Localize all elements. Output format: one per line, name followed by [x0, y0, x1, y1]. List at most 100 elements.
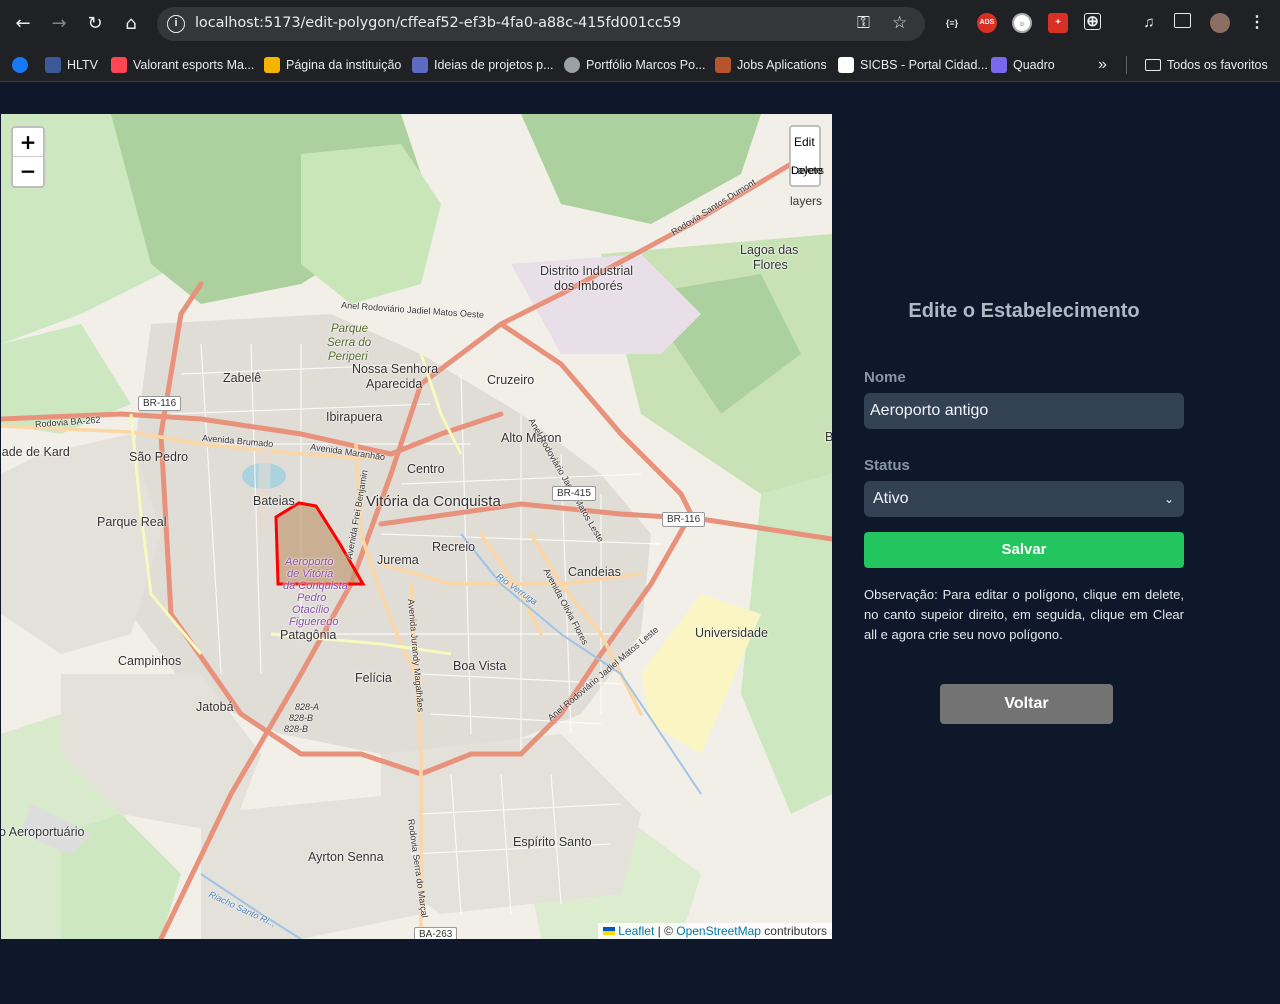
home-icon[interactable]: ⌂	[117, 10, 145, 38]
back-button[interactable]: Voltar	[940, 684, 1113, 724]
highway-shield: BR-116	[138, 396, 182, 411]
ukraine-flag-icon	[603, 927, 616, 935]
reload-icon[interactable]: ↻	[81, 10, 109, 38]
media-queue-icon[interactable]: ♫	[1139, 13, 1159, 33]
name-input[interactable]: Aeroporto antigo	[864, 393, 1184, 429]
map-label: Aeroporto	[285, 556, 334, 568]
extensions-puzzle-icon[interactable]: ⊕	[1084, 13, 1101, 30]
url-text: localhost:5173/edit-polygon/cffeaf52-ef3…	[195, 15, 681, 31]
map-label: Jurema	[377, 553, 419, 567]
side-panel-icon[interactable]	[1174, 13, 1191, 28]
extension-ads-icon[interactable]: ADS	[977, 13, 997, 33]
save-button[interactable]: Salvar	[864, 532, 1184, 568]
bookmarks-bar: HLTV Valorant esports Ma... Página da in…	[0, 48, 1280, 82]
map-label: Nossa Senhora	[352, 362, 439, 376]
map-label: Campinhos	[118, 654, 182, 668]
map-label: Cruzeiro	[487, 373, 535, 387]
bookmark-item[interactable]: SICBS - Portal Cidad...	[838, 54, 988, 76]
map-label: Patagônia	[280, 628, 337, 642]
attribution-separator: | ©	[654, 924, 677, 938]
bar-chart-icon	[264, 57, 280, 73]
map-label: o Aeroportuário	[1, 825, 85, 839]
status-selected-value: Ativo	[873, 490, 909, 507]
map-label: Universidade	[695, 626, 768, 640]
map-label: Figueredo	[289, 616, 339, 628]
more-bookmarks-chevron-icon[interactable]: »	[1098, 54, 1107, 76]
extension-red-icon[interactable]: ✦	[1048, 13, 1068, 33]
bookmark-item[interactable]: Quadro	[991, 54, 1055, 76]
highway-shield: BR-415	[552, 486, 596, 501]
all-bookmarks[interactable]: Todos os favoritos	[1145, 54, 1268, 76]
forward-arrow-icon[interactable]: →	[45, 10, 73, 38]
hltv-icon	[45, 57, 61, 73]
map-label: Recreio	[432, 540, 476, 554]
map-label: São Pedro	[129, 450, 189, 464]
layers-overlap-label: Layers	[791, 165, 825, 177]
profile-avatar[interactable]	[1210, 13, 1230, 33]
map-label: Parque	[331, 323, 369, 335]
leaflet-link[interactable]: Leaflet	[618, 924, 654, 938]
valorant-icon	[111, 57, 127, 73]
edit-layers-button[interactable]: Edit	[794, 135, 815, 149]
map-label: Jatobá	[196, 700, 234, 714]
extension-face-icon[interactable]: ☺	[1012, 13, 1032, 33]
map-label: Vitória da Conquista	[366, 493, 501, 510]
map-label: da Conquista	[283, 580, 348, 592]
bookmark-facebook[interactable]	[12, 54, 34, 76]
map-label: Serra do	[327, 337, 372, 349]
zoom-in-button[interactable]: +	[13, 128, 43, 157]
map-label: Lagoa das	[740, 243, 799, 257]
bookmark-item[interactable]: Ideias de projetos p...	[412, 54, 554, 76]
extension-json-icon[interactable]: {≡}	[942, 13, 962, 33]
highway-shield: BR-116	[662, 512, 706, 527]
bookmark-item[interactable]: Valorant esports Ma...	[111, 54, 254, 76]
browser-toolbar: ← → ↻ ⌂ i localhost:5173/edit-polygon/cf…	[0, 0, 1280, 48]
osm-link[interactable]: OpenStreetMap	[676, 924, 761, 938]
back-arrow-icon[interactable]: ←	[9, 10, 37, 38]
address-bar[interactable]: i localhost:5173/edit-polygon/cffeaf52-e…	[157, 7, 925, 41]
map-label: Ayrton Senna	[308, 850, 384, 864]
map-label: Candeias	[568, 565, 621, 579]
draw-toolbar: Edit Delete Layers	[789, 125, 825, 187]
password-key-icon[interactable]: ⚿	[857, 13, 870, 33]
map-label: B	[825, 430, 832, 444]
folder-icon	[1145, 59, 1161, 71]
map-label: lade de Kard	[1, 445, 70, 459]
bookmark-item[interactable]: Jobs Aplications	[715, 54, 827, 76]
road-label: 828-B	[289, 713, 314, 723]
bookmark-item[interactable]: HLTV	[45, 54, 98, 76]
globe-icon	[564, 57, 580, 73]
map-label: Centro	[407, 462, 445, 476]
bookmark-star-icon[interactable]: ☆	[892, 13, 907, 33]
map-label: Pedro	[297, 592, 327, 604]
sicbs-icon	[838, 57, 854, 73]
map-label: Aparecida	[366, 377, 423, 391]
layers-label: layers	[790, 194, 823, 208]
map-label: dos Imborés	[554, 279, 623, 293]
zoom-control: + −	[11, 126, 45, 188]
map-label: Felícia	[355, 671, 392, 685]
map-container[interactable]: Distrito Industrial dos Imborés Lagoa da…	[1, 114, 832, 939]
briefcase-icon	[715, 57, 731, 73]
map-label: Parque Real	[97, 515, 167, 529]
map-attribution: Leaflet | © OpenStreetMap contributors	[598, 923, 832, 939]
bookmark-item[interactable]: Portfólio Marcos Po...	[564, 54, 706, 76]
map-label: Flores	[753, 258, 788, 272]
road-label: 828-B	[284, 724, 309, 734]
zoom-out-button[interactable]: −	[13, 157, 43, 186]
bookmark-item[interactable]: Página da instituição	[264, 54, 401, 76]
attribution-contrib: contributors	[760, 924, 827, 938]
map-label: Espírito Santo	[513, 835, 592, 849]
clickup-icon	[991, 57, 1007, 73]
chevron-down-icon: ⌄	[1163, 492, 1174, 506]
instruction-note: Observação: Para editar o polígono, cliq…	[864, 587, 1184, 642]
highway-shield: BA-263	[414, 927, 458, 939]
bookmarks-divider	[1126, 56, 1127, 74]
map-label: de Vitória	[287, 568, 334, 580]
status-label: Status	[864, 457, 910, 474]
map-label: Boa Vista	[453, 659, 507, 673]
site-info-icon[interactable]: i	[167, 15, 185, 33]
status-select[interactable]: Ativo ⌄	[864, 481, 1184, 517]
menu-kebab-icon[interactable]: ⋮	[1247, 13, 1267, 33]
page-title: Edite o Estabelecimento	[908, 300, 1140, 322]
